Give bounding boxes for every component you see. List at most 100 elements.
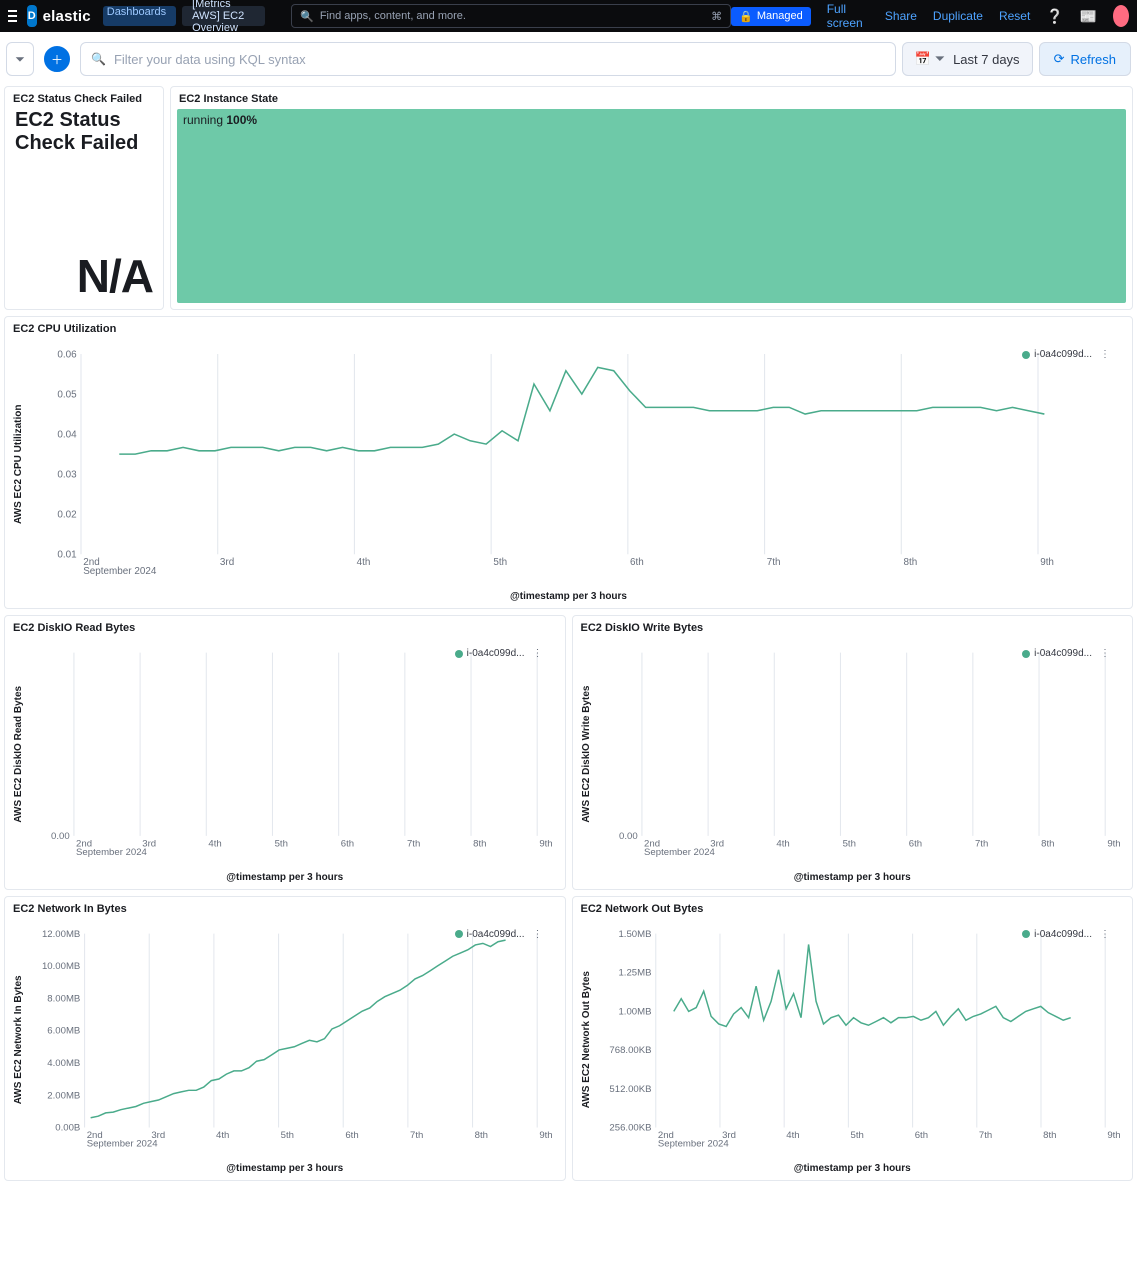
panel-title: EC2 Network In Bytes	[5, 897, 565, 919]
legend-dot-icon	[1022, 930, 1030, 938]
disk-write-chart[interactable]: 2nd3rd4th5th6th7th8th9thSeptember 20240.…	[594, 642, 1127, 866]
svg-text:9th: 9th	[539, 1130, 552, 1141]
net-out-chart[interactable]: 2nd3rd4th5th6th7th8th9thSeptember 202425…	[594, 923, 1127, 1157]
search-shortcut-icon: ⌘	[711, 10, 722, 23]
svg-text:8th: 8th	[1041, 838, 1054, 849]
svg-text:4th: 4th	[786, 1130, 799, 1141]
global-search-placeholder: Find apps, content, and more.	[320, 10, 466, 22]
panel-title: EC2 Status Check Failed	[5, 87, 163, 109]
svg-text:4th: 4th	[357, 557, 371, 568]
panel-network-out: EC2 Network Out Bytes AWS EC2 Network Ou…	[572, 896, 1134, 1181]
net-in-chart[interactable]: 2nd3rd4th5th6th7th8th9thSeptember 20240.…	[26, 923, 559, 1157]
kql-input[interactable]	[114, 52, 885, 67]
panel-instance-state: EC2 Instance State running 100%	[170, 86, 1133, 310]
plus-icon: ＋	[51, 51, 63, 68]
share-link[interactable]: Share	[885, 9, 917, 23]
app-logo-text: elastic	[43, 8, 91, 25]
fullscreen-link[interactable]: Full screen	[827, 2, 869, 30]
svg-text:9th: 9th	[539, 838, 552, 849]
y-axis-label: AWS EC2 DiskIO Read Bytes	[11, 642, 26, 866]
legend-actions-icon[interactable]: ⋮	[533, 929, 543, 940]
y-axis-label: AWS EC2 Network In Bytes	[11, 923, 26, 1157]
svg-text:1.50MB: 1.50MB	[618, 928, 651, 939]
x-axis-label: @timestamp per 3 hours	[5, 868, 565, 889]
svg-text:1.25MB: 1.25MB	[618, 967, 651, 978]
global-search[interactable]: 🔍 Find apps, content, and more. ⌘	[291, 4, 731, 28]
legend: i-0a4c099d...⋮	[1022, 349, 1110, 360]
metric-heading: EC2 Status Check Failed	[15, 109, 153, 155]
panel-title: EC2 CPU Utilization	[5, 317, 1132, 339]
svg-text:September 2024: September 2024	[657, 1138, 728, 1149]
svg-text:6.00MB: 6.00MB	[47, 1025, 80, 1036]
search-icon: 🔍	[300, 10, 314, 23]
svg-text:9th: 9th	[1107, 1130, 1120, 1141]
top-bar: D elastic Dashboards [Metrics AWS] EC2 O…	[0, 0, 1137, 32]
legend-actions-icon[interactable]: ⋮	[1100, 648, 1110, 659]
svg-text:7th: 7th	[767, 557, 781, 568]
svg-text:5th: 5th	[275, 838, 288, 849]
y-axis-label: AWS EC2 CPU Utilization	[11, 343, 26, 585]
filter-icon: ⏷	[15, 52, 25, 67]
svg-text:5th: 5th	[281, 1130, 294, 1141]
time-range-label: Last 7 days	[953, 52, 1020, 67]
svg-text:7th: 7th	[407, 838, 420, 849]
legend-actions-icon[interactable]: ⋮	[1100, 929, 1110, 940]
svg-text:4th: 4th	[216, 1130, 229, 1141]
svg-text:7th: 7th	[410, 1130, 423, 1141]
x-axis-label: @timestamp per 3 hours	[5, 587, 1132, 608]
news-icon[interactable]: 📰	[1080, 8, 1097, 25]
disk-read-chart[interactable]: 2nd3rd4th5th6th7th8th9thSeptember 20240.…	[26, 642, 559, 866]
svg-text:September 2024: September 2024	[83, 566, 157, 577]
svg-text:6th: 6th	[908, 838, 921, 849]
help-icon[interactable]: ❔	[1046, 8, 1063, 25]
y-axis-label: AWS EC2 Network Out Bytes	[579, 923, 594, 1157]
panel-disk-read: EC2 DiskIO Read Bytes AWS EC2 DiskIO Rea…	[4, 615, 566, 890]
legend-dot-icon	[455, 650, 463, 658]
svg-text:0.05: 0.05	[57, 389, 77, 400]
managed-badge: 🔒 Managed	[731, 7, 811, 26]
filter-options-button[interactable]: ⏷	[6, 42, 34, 76]
cpu-chart[interactable]: 2nd3rd4th5th6th7th8th9thSeptember 20240.…	[26, 343, 1126, 585]
query-bar[interactable]: 🔍	[80, 42, 896, 76]
svg-text:0.04: 0.04	[57, 429, 77, 440]
panel-title: EC2 DiskIO Write Bytes	[573, 616, 1133, 638]
search-icon: 🔍	[91, 52, 106, 66]
breadcrumb-dashboards[interactable]: Dashboards	[103, 6, 176, 26]
state-treemap: running 100%	[177, 109, 1126, 303]
svg-text:September 2024: September 2024	[87, 1138, 158, 1149]
nav-menu-button[interactable]	[8, 6, 17, 26]
time-picker[interactable]: 📅 ⏷ Last 7 days	[902, 42, 1033, 76]
user-avatar[interactable]	[1113, 5, 1129, 27]
svg-text:8th: 8th	[473, 838, 486, 849]
legend: i-0a4c099d...⋮	[455, 929, 543, 940]
panel-network-in: EC2 Network In Bytes AWS EC2 Network In …	[4, 896, 566, 1181]
svg-text:4th: 4th	[208, 838, 221, 849]
svg-text:0.00: 0.00	[619, 831, 638, 842]
svg-text:10.00MB: 10.00MB	[42, 961, 80, 972]
legend-actions-icon[interactable]: ⋮	[1100, 349, 1110, 360]
legend: i-0a4c099d...⋮	[1022, 648, 1110, 659]
legend-actions-icon[interactable]: ⋮	[533, 648, 543, 659]
svg-text:6th: 6th	[341, 838, 354, 849]
svg-text:0.03: 0.03	[57, 469, 77, 480]
svg-text:September 2024: September 2024	[644, 847, 715, 858]
legend-dot-icon	[1022, 351, 1030, 359]
svg-text:0.00: 0.00	[51, 831, 70, 842]
svg-text:512.00KB: 512.00KB	[609, 1084, 651, 1095]
x-axis-label: @timestamp per 3 hours	[573, 1159, 1133, 1180]
refresh-icon: ⟳	[1054, 51, 1065, 67]
breadcrumb-current[interactable]: [Metrics AWS] EC2 Overview	[182, 6, 265, 26]
add-filter-button[interactable]: ＋	[44, 46, 70, 72]
legend-dot-icon	[1022, 650, 1030, 658]
svg-text:September 2024: September 2024	[76, 847, 147, 858]
svg-text:8th: 8th	[903, 557, 917, 568]
svg-text:0.00B: 0.00B	[55, 1122, 80, 1133]
panel-title: EC2 Instance State	[171, 87, 1132, 109]
svg-text:6th: 6th	[630, 557, 644, 568]
duplicate-link[interactable]: Duplicate	[933, 9, 983, 23]
x-axis-label: @timestamp per 3 hours	[573, 868, 1133, 889]
reset-link[interactable]: Reset	[999, 9, 1030, 23]
refresh-button[interactable]: ⟳ Refresh	[1039, 42, 1131, 76]
space-badge[interactable]: D	[27, 5, 37, 27]
svg-text:8th: 8th	[475, 1130, 488, 1141]
